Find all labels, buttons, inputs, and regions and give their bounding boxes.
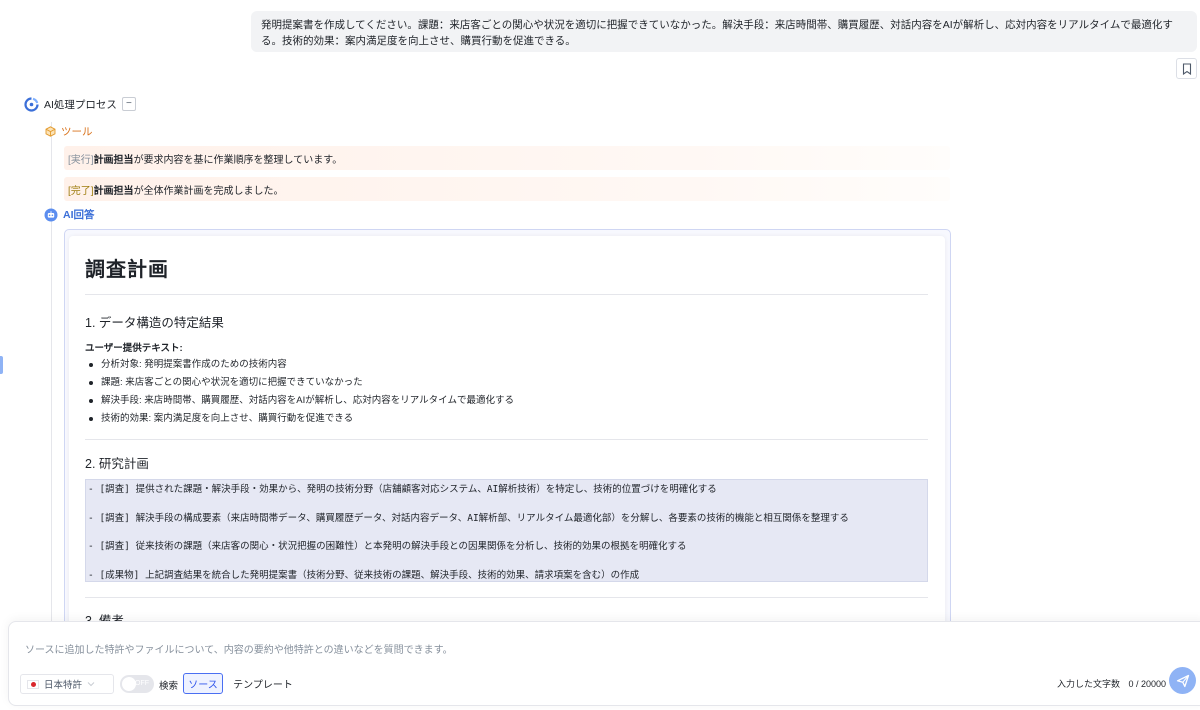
ai-answer-header: AI回答 — [44, 207, 95, 222]
bookmark-button[interactable] — [1176, 58, 1197, 79]
plan-line: - [成果物] 上記調査結果を統合した発明提案書（技術分野、従来技術の課題、解決… — [88, 570, 640, 581]
plan-line: - [調査] 提供された課題・解決手段・効果から、発明の技術分野（店舗顧客対応シ… — [88, 484, 717, 495]
log-text: が要求内容を基に作業順序を整理しています。 — [133, 154, 343, 166]
char-count-value: 0 / 20000 — [1128, 679, 1167, 689]
search-toggle[interactable]: OFF — [120, 675, 154, 693]
divider — [85, 294, 928, 295]
bullet-icon — [89, 363, 93, 367]
send-icon — [1176, 674, 1189, 687]
patent-db-select[interactable]: 日本特許 — [20, 674, 114, 694]
send-button[interactable] — [1169, 667, 1196, 694]
ai-process-title: AI処理プロセス — [44, 98, 117, 111]
search-toggle-label: 検索 — [159, 681, 179, 692]
list-item-text: 分析対象: 発明提案書作成のための技術内容 — [101, 359, 287, 370]
ai-answer-label: AI回答 — [63, 209, 95, 221]
chevron-down-icon — [87, 682, 95, 687]
list-item: 課題: 来店客ごとの関心や状況を適切に把握できていなかった — [85, 374, 514, 392]
list-item-text: 解決手段: 来店時間帯、購買履歴、対話内容をAIが解析し、応対内容をリアルタイム… — [101, 395, 514, 406]
research-plan-code-block: - [調査] 提供された課題・解決手段・効果から、発明の技術分野（店舗顧客対応シ… — [85, 479, 928, 582]
ai-process-icon — [24, 96, 39, 112]
list-item-text: 課題: 来店客ごとの関心や状況を適切に把握できていなかった — [101, 377, 363, 388]
bookmark-icon — [1182, 62, 1191, 75]
side-panel-handle[interactable] — [0, 356, 3, 374]
chat-input-area: ソースに追加した特許やファイルについて、内容の要約や他特許との違いなどを質問でき… — [8, 621, 1200, 706]
list-item: 解決手段: 来店時間帯、購買履歴、対話内容をAIが解析し、応対内容をリアルタイム… — [85, 392, 514, 410]
section-heading-research-plan: 2. 研究計画 — [85, 457, 149, 471]
plan-line: - [調査] 従来技術の課題（来店客の関心・状況把握の困難性）と本発明の解決手段… — [88, 541, 687, 552]
tools-title: ツール — [61, 125, 93, 138]
robot-icon — [44, 208, 58, 221]
tool-cube-icon — [45, 125, 56, 137]
patent-db-label: 日本特許 — [44, 680, 83, 691]
divider — [85, 597, 928, 598]
chat-input[interactable]: ソースに追加した特許やファイルについて、内容の要約や他特許との違いなどを質問でき… — [25, 641, 453, 656]
char-count: 入力した文字数 0 / 20000 — [1057, 677, 1166, 690]
bullet-icon — [89, 417, 93, 421]
log-status-tag: [完了] — [68, 185, 94, 197]
plan-line: - [調査] 解決手段の構成要素（来店時間帯データ、購買履歴データ、対話内容デー… — [88, 513, 849, 524]
japan-flag-icon — [27, 679, 39, 689]
bullet-icon — [89, 381, 93, 385]
tool-log-complete: [完了] 計画担当 が全体作業計画を完成しました。 — [64, 177, 950, 201]
list-item-text: 技術的効果: 案内満足度を向上させ、購買行動を促進できる — [101, 413, 354, 424]
list-item: 技術的効果: 案内満足度を向上させ、購買行動を促進できる — [85, 410, 514, 428]
user-text-label: ユーザー提供テキスト: — [85, 343, 183, 354]
char-count-label: 入力した文字数 — [1057, 679, 1121, 689]
section-heading-data-structure: 1. データ構造の特定結果 — [85, 316, 224, 330]
answer-card: 調査計画 1. データ構造の特定結果 ユーザー提供テキスト: 分析対象: 発明提… — [69, 236, 945, 636]
user-message: 発明提案書を作成してください。課題：来店客ごとの関心や状況を適切に把握できていな… — [251, 11, 1197, 52]
list-item: 分析対象: 発明提案書作成のための技術内容 — [85, 356, 514, 374]
divider — [85, 439, 928, 440]
template-button[interactable]: テンプレート — [230, 673, 296, 694]
answer-title: 調査計画 — [85, 259, 169, 281]
collapse-button[interactable]: − — [121, 97, 136, 111]
summary-list: 分析対象: 発明提案書作成のための技術内容 課題: 来店客ごとの関心や状況を適切… — [85, 356, 514, 428]
log-agent: 計画担当 — [93, 185, 134, 197]
process-tree-line — [51, 122, 52, 622]
log-agent: 計画担当 — [93, 154, 134, 166]
tool-log-running: [実行] 計画担当 が要求内容を基に作業順序を整理しています。 — [64, 146, 950, 170]
ai-process-header: AI処理プロセス − — [24, 96, 136, 112]
log-text: が全体作業計画を完成しました。 — [133, 185, 284, 197]
source-button[interactable]: ソース — [183, 673, 223, 694]
bullet-icon — [89, 399, 93, 403]
tools-section-header: ツール — [45, 124, 93, 138]
log-status-tag: [実行] — [68, 154, 94, 166]
